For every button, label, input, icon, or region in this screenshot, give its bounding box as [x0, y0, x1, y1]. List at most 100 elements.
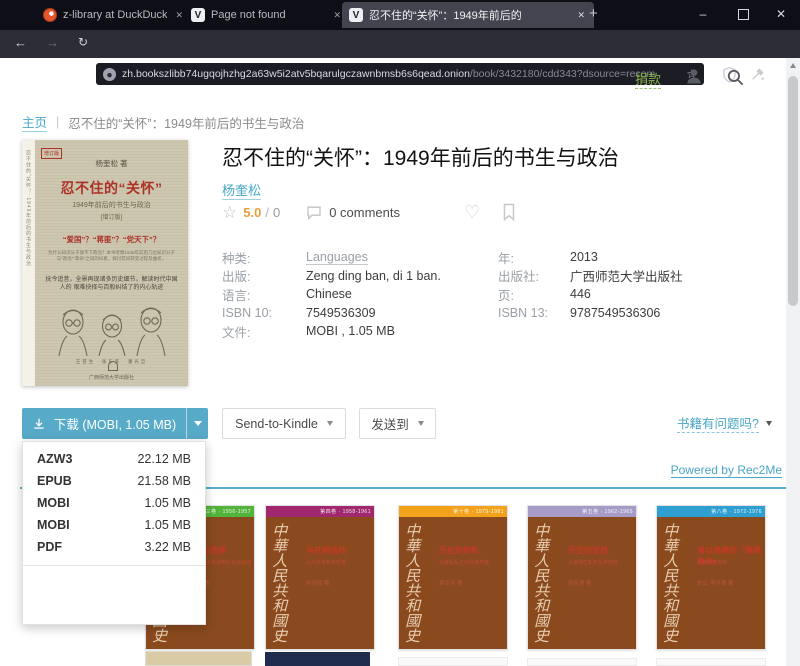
browser-tab[interactable]: 忍不住的“关怀”：1949年前后的 ✕: [342, 2, 594, 28]
series-volume-label: 第五卷 · 1962-1965: [582, 508, 633, 515]
scrollbar-up-arrow[interactable]: [790, 63, 796, 68]
window-maximize-button[interactable]: [728, 0, 758, 28]
reload-button[interactable]: ↻: [78, 35, 88, 49]
url-bar[interactable]: zh.bookszlibb74ugqojhzhg2a63w5i2atv5bqar…: [96, 63, 704, 85]
series-color-bar: 第八卷 · 1972-1976: [657, 506, 765, 517]
related-book-cover-partial[interactable]: [527, 658, 637, 666]
related-book-title: 历史的变局: [568, 545, 633, 556]
comments-icon[interactable]: [306, 205, 322, 220]
related-book-author: 萧冬连 著: [439, 579, 463, 587]
format-menu-item[interactable]: AZW3 22.12 MB: [23, 448, 205, 470]
related-book-cover-partial[interactable]: [656, 658, 766, 666]
powered-by-link[interactable]: Powered by Rec2Me: [671, 463, 782, 478]
detail-row: 文件: MOBI , 1.05 MB: [222, 322, 484, 341]
format-menu-item[interactable]: MOBI 1.05 MB: [23, 514, 205, 536]
convert-menu-item[interactable]: [23, 582, 205, 591]
detail-row: 种类: Languages: [222, 248, 484, 267]
format-size: 21.58 MB: [137, 474, 191, 488]
convert-menu-item[interactable]: [23, 600, 205, 609]
book-cover-image[interactable]: 忍不住的“关怀”：1949年前后的书生与政治 增订版 杨奎松 著 忍不住的“关怀…: [22, 140, 188, 386]
search-icon[interactable]: [726, 68, 745, 92]
book-cover-face: 增订版 杨奎松 著 忍不住的“关怀” 1949年前后的书生与政治 [增订版] “…: [35, 140, 188, 386]
related-book-cover[interactable]: 第四卷 · 1958-1961 中華人民共和國史 乌托邦运动 从大跃进到大饥荒 …: [265, 505, 375, 650]
report-issue-link[interactable]: 书籍有问题吗?: [677, 413, 759, 433]
browser-window: z-library at DuckDuckGo ✕ Page not found…: [0, 0, 800, 666]
stat-badge[interactable]: [70, 64, 86, 84]
send-to-button[interactable]: 发送到: [359, 408, 436, 439]
extension-wand-icon[interactable]: [750, 66, 766, 87]
onion-site-icon: [103, 68, 116, 81]
url-path: /book/3432180/cdd343?dsource=recom: [470, 68, 655, 80]
related-book-cover[interactable]: 第八卷 · 1972-1976 中華人民共和國史 难以继续的「继续革命」 从批林…: [656, 505, 766, 650]
chevron-down-icon: [327, 421, 333, 426]
format-name: EPUB: [37, 474, 72, 488]
series-color-bar: 第四卷 · 1958-1961: [266, 506, 374, 517]
breadcrumb-current: 忍不住的“关怀”：1949年前后的书生与政治: [68, 113, 304, 132]
window-minimize-button[interactable]: –: [688, 0, 718, 28]
menu-divider: [23, 565, 205, 566]
back-button[interactable]: ←: [14, 35, 27, 50]
author-link[interactable]: 杨奎松: [222, 180, 261, 200]
rating-star-icon[interactable]: ☆: [222, 204, 237, 221]
related-book-cover-partial[interactable]: [265, 652, 370, 666]
window-close-button[interactable]: ✕: [766, 0, 796, 28]
send-to-kindle-button[interactable]: Send-to-Kindle: [222, 408, 346, 439]
detail-value: Chinese: [306, 287, 352, 301]
format-name: MOBI: [37, 496, 70, 510]
format-menu-item[interactable]: MOBI 1.05 MB: [23, 492, 205, 514]
browser-tab[interactable]: z-library at DuckDuckGo ✕: [36, 2, 192, 28]
related-book-author: 林蕴晖 著: [306, 579, 330, 587]
page-scrollbar[interactable]: [786, 58, 800, 666]
related-book-subtitle: 从批林到批邓: [697, 559, 762, 566]
stat-badge[interactable]: [45, 64, 61, 84]
format-name: PDF: [37, 540, 62, 554]
user-profile-icon[interactable]: [684, 66, 704, 91]
series-calligraphy: 中華人民共和國史: [270, 523, 287, 643]
scrollbar-thumb[interactable]: [788, 76, 798, 306]
breadcrumb: 主页 | 忍不住的“关怀”：1949年前后的书生与政治: [22, 112, 304, 132]
browser-tab[interactable]: Page not found ✕: [184, 2, 350, 28]
donate-link[interactable]: 捐款: [635, 69, 661, 89]
cover-portraits-illustration: [53, 298, 171, 361]
convert-menu-item[interactable]: [23, 591, 205, 600]
download-button[interactable]: 下载 (MOBI, 1.05 MB): [22, 408, 186, 439]
bookmark-icon[interactable]: [502, 203, 516, 221]
related-cover-body: 中華人民共和國史 历史的转轨 从拨乱反正到改革开放 萧冬连 著: [399, 517, 507, 649]
publisher-logo: [108, 361, 118, 371]
cover-paragraph: 为什么知识分子放不下政治？本书考察1949年前后几位知识分子与“政治”“革命”之…: [45, 250, 178, 262]
detail-label: 出版社:: [498, 266, 570, 285]
related-book-cover-partial[interactable]: [398, 657, 508, 666]
detail-value: MOBI , 1.05 MB: [306, 324, 395, 338]
convert-menu-item[interactable]: [23, 573, 205, 582]
cover-paragraph: 抚今追昔，全景再现诸多历史细节，解读时代中国人的 艰难抉择与百般纠结了的内心轨迹: [43, 276, 180, 292]
download-formats-toggle[interactable]: [186, 408, 208, 439]
comments-count[interactable]: 0 comments: [329, 205, 400, 220]
series-calligraphy: 中華人民共和國史: [403, 523, 420, 643]
related-book-title: 历史的转轨: [439, 545, 504, 556]
related-book-cover-partial[interactable]: [145, 651, 252, 666]
tab-title: 忍不住的“关怀”：1949年前后的: [369, 7, 569, 23]
related-book-cover[interactable]: 第五卷 · 1962-1965 中華人民共和國史 历史的变局 从挽救危机到反修防…: [527, 505, 637, 650]
detail-value: 2013: [570, 250, 598, 264]
related-book-author: 史云·李丹慧 著: [697, 579, 733, 587]
book-details-left: 种类: Languages 出版: Zeng ding ban, di 1 ba…: [222, 248, 484, 341]
series-color-bar: 第十卷 · 1979-1981: [399, 506, 507, 517]
tab-close-icon[interactable]: ✕: [575, 8, 587, 23]
rating-row: ☆ 5.0 / 0 0 comments ♡: [222, 203, 516, 221]
related-book-cover[interactable]: 第十卷 · 1979-1981 中華人民共和國史 历史的转轨 从拨乱反正到改革开…: [398, 505, 508, 650]
related-book-author: 钱庠理 著: [568, 579, 592, 587]
download-formats-menu: AZW3 22.12 MB EPUB 21.58 MB MOBI 1.05 MB…: [22, 441, 206, 625]
favorite-heart-icon[interactable]: ♡: [464, 203, 480, 221]
download-button-label: 下载 (MOBI, 1.05 MB): [54, 414, 176, 433]
detail-row: 出版: Zeng ding ban, di 1 ban.: [222, 267, 484, 286]
forward-button[interactable]: →: [46, 35, 59, 50]
format-menu-item[interactable]: PDF 3.22 MB: [23, 536, 205, 558]
breadcrumb-home-link[interactable]: 主页: [22, 112, 47, 132]
new-tab-button[interactable]: +: [589, 5, 598, 22]
cover-edition: [增订版]: [35, 212, 188, 221]
convert-menu-item[interactable]: [23, 609, 205, 618]
series-calligraphy: 中華人民共和國史: [532, 523, 549, 643]
format-menu-item[interactable]: EPUB 21.58 MB: [23, 470, 205, 492]
format-size: 1.05 MB: [144, 496, 191, 510]
stat-badge[interactable]: [20, 64, 36, 84]
